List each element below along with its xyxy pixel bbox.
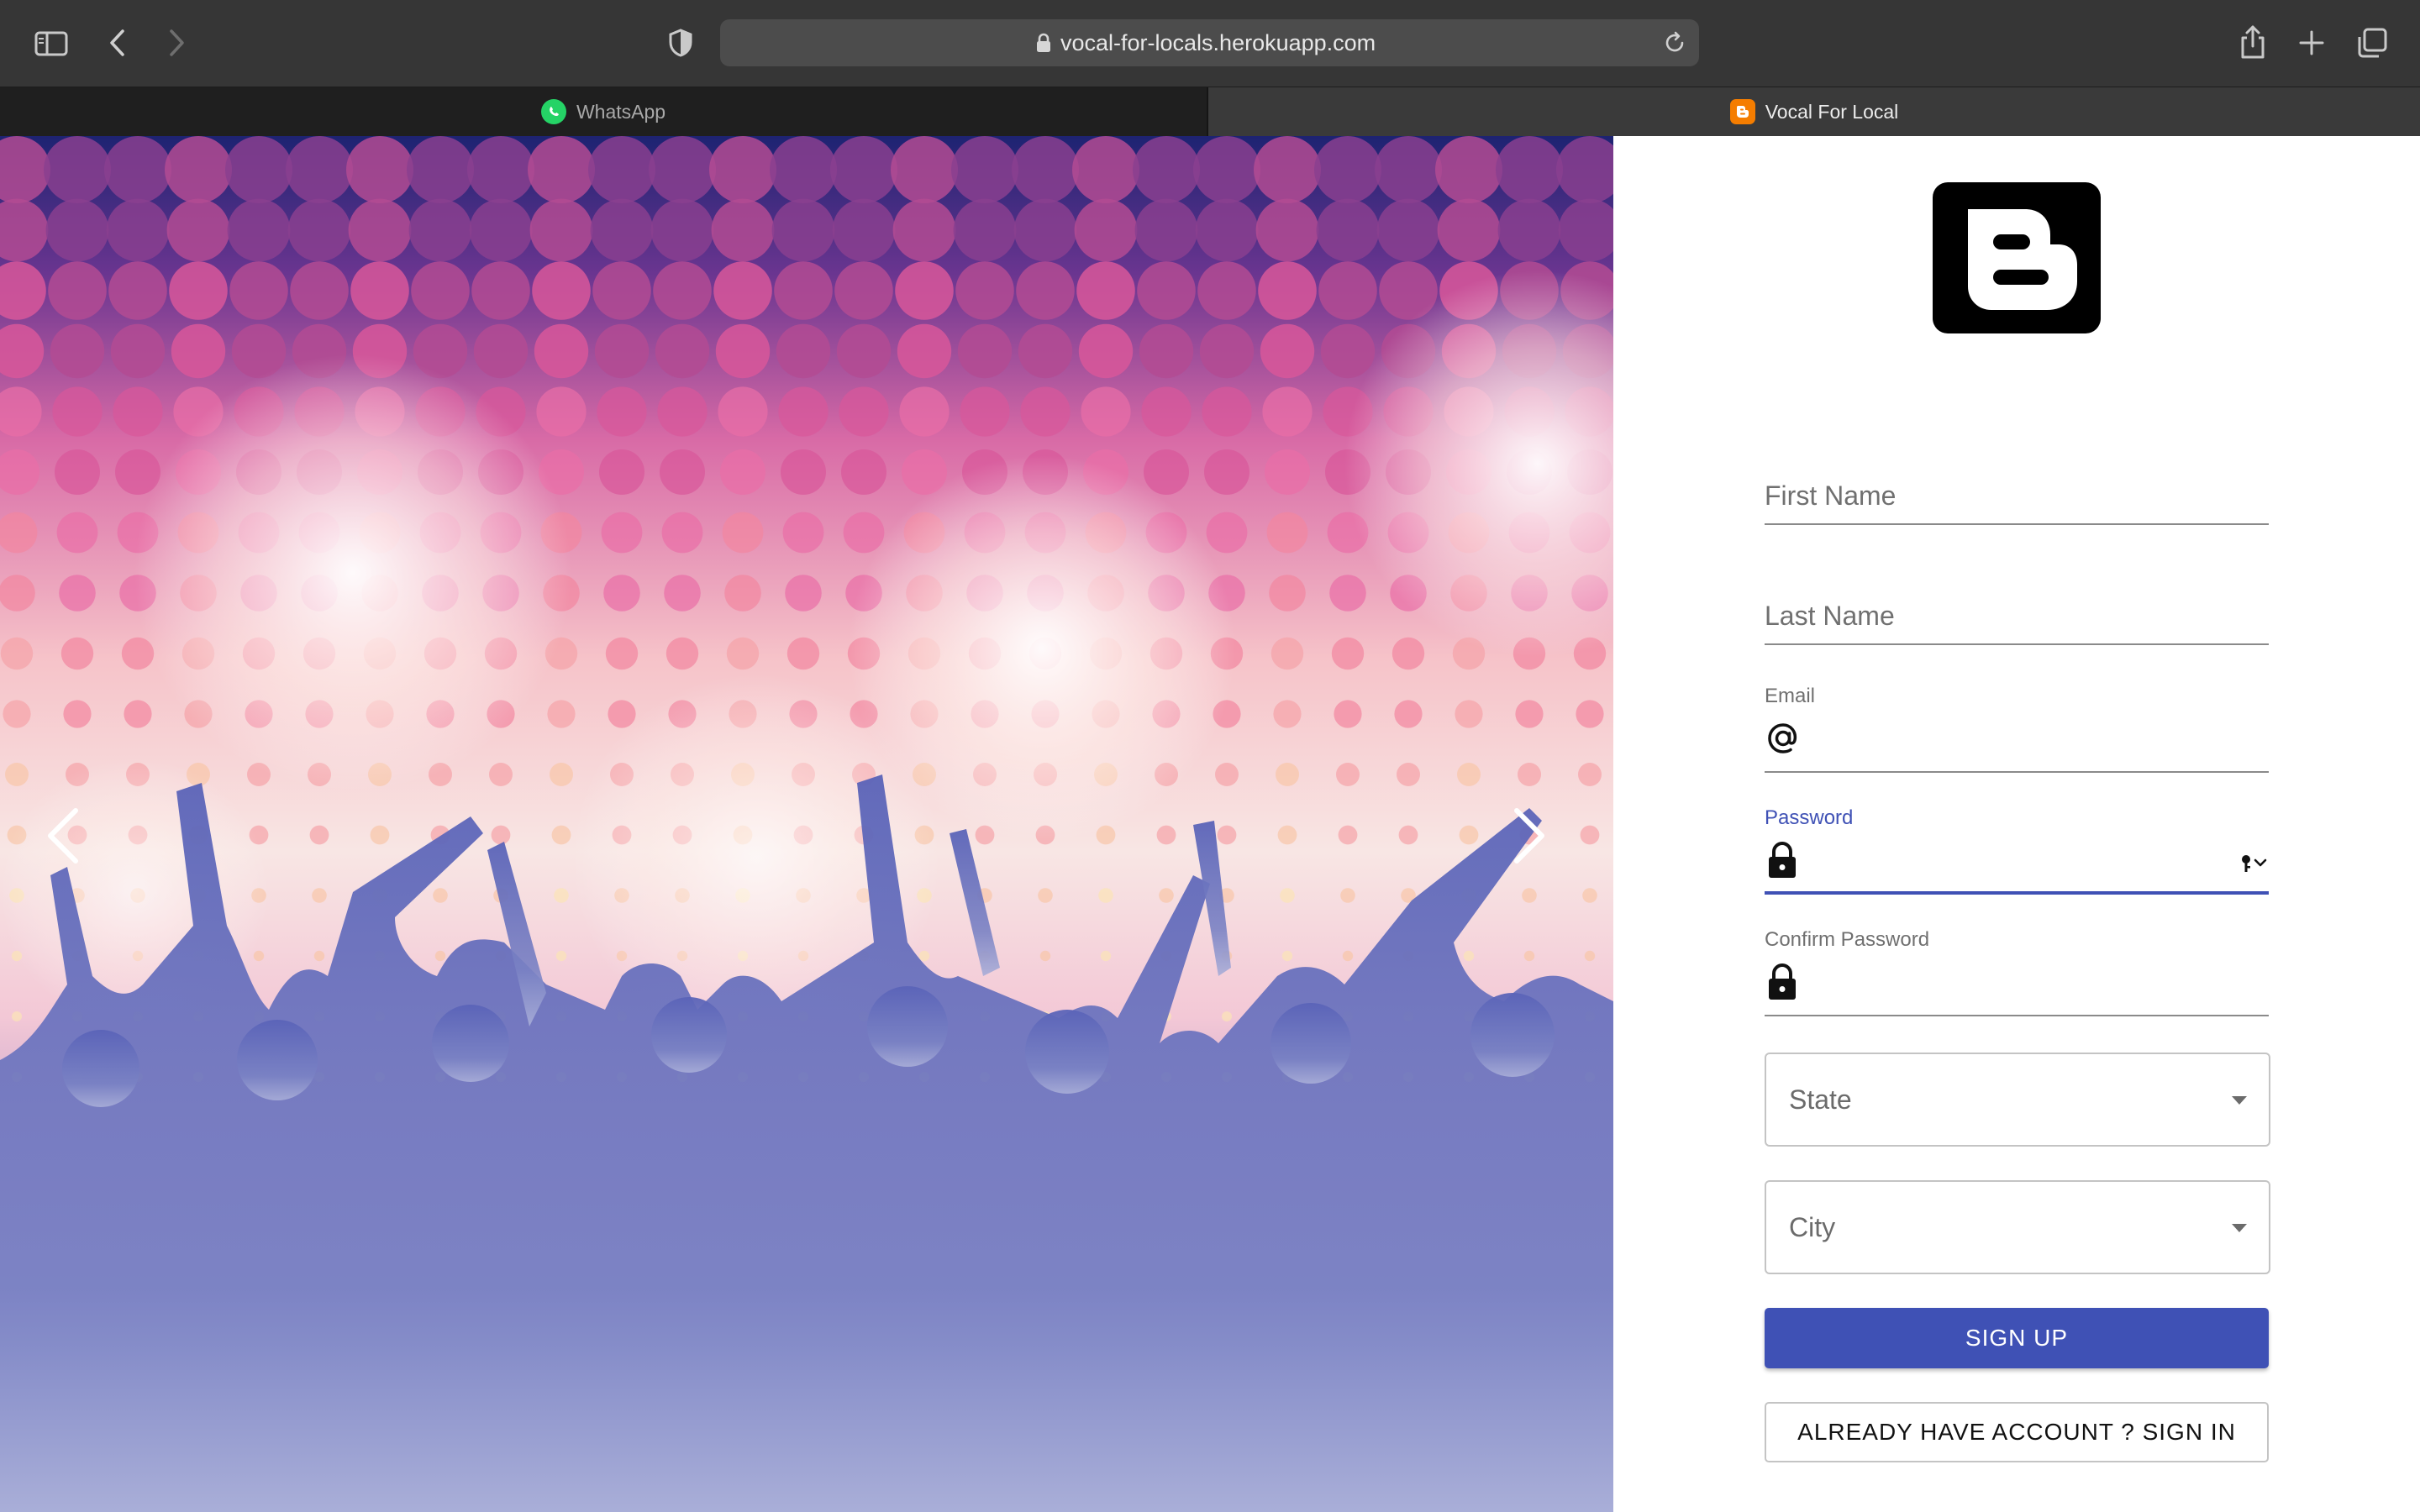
share-icon[interactable] [2237,22,2269,62]
dropdown-caret-icon [2232,1224,2247,1232]
new-tab-icon[interactable] [2296,27,2328,59]
state-select[interactable]: State [1765,1053,2270,1147]
whatsapp-icon [540,99,566,124]
email-field[interactable]: Email [1765,682,2269,776]
forward-icon[interactable] [161,25,192,60]
lock-icon [1766,841,1798,884]
carousel-prev-button[interactable] [25,800,101,875]
password-label: Password [1765,806,1854,829]
sidebar-icon[interactable] [32,29,71,59]
reload-icon[interactable] [1662,30,1687,60]
url-text: vocal-for-locals.herokuapp.com [1060,30,1376,55]
tab-label: Vocal For Local [1765,100,1899,123]
tab-whatsapp[interactable]: WhatsApp [0,87,1208,136]
dropdown-caret-icon [2232,1096,2247,1105]
first-name-underline [1765,523,2269,525]
blogger-icon [1933,182,2101,333]
confirm-password-label: Confirm Password [1765,928,1930,951]
address-bar[interactable]: vocal-for-locals.herokuapp.com [720,19,1699,66]
signup-button[interactable]: SIGN UP [1765,1308,2269,1368]
hero-carousel-image [0,136,1613,1512]
chevron-left-icon [42,806,84,870]
lock-icon [1766,963,1798,1005]
last-name-field[interactable]: Last Name [1765,596,2269,647]
privacy-shield-icon[interactable] [664,25,697,60]
password-underline [1765,891,2269,895]
email-label: Email [1765,685,1816,707]
last-name-placeholder: Last Name [1765,601,1895,631]
carousel-next-button[interactable] [1491,800,1567,875]
chevron-right-icon [1508,806,1550,870]
back-icon[interactable] [103,25,133,60]
tab-vocal-for-local[interactable]: Vocal For Local [1208,87,2420,136]
key-icon[interactable] [2238,853,2269,879]
state-label: State [1789,1084,1852,1115]
browser-toolbar: vocal-for-locals.herokuapp.com [0,0,2420,87]
city-select[interactable]: City [1765,1180,2270,1274]
signin-button[interactable]: ALREADY HAVE ACCOUNT ? SIGN IN [1765,1402,2269,1462]
first-name-placeholder: First Name [1765,480,1897,511]
signup-panel: First Name Last Name Email Password Conf… [1613,136,2420,1512]
tab-label: WhatsApp [576,100,666,123]
lock-icon [1036,33,1051,57]
first-name-field[interactable]: First Name [1765,476,2269,527]
confirm-password-field[interactable]: Confirm Password [1765,926,2269,1020]
last-name-underline [1765,643,2269,645]
city-label: City [1789,1212,1836,1242]
at-icon [1765,720,1802,761]
tab-bar: WhatsApp Vocal For Local [0,87,2420,136]
confirm-password-underline [1765,1015,2269,1016]
concert-crowd-illustration [0,136,1613,1512]
email-underline [1765,771,2269,773]
password-field[interactable]: Password [1765,804,2269,898]
blogger-icon [1729,99,1755,124]
tab-overview-icon[interactable] [2354,25,2390,60]
